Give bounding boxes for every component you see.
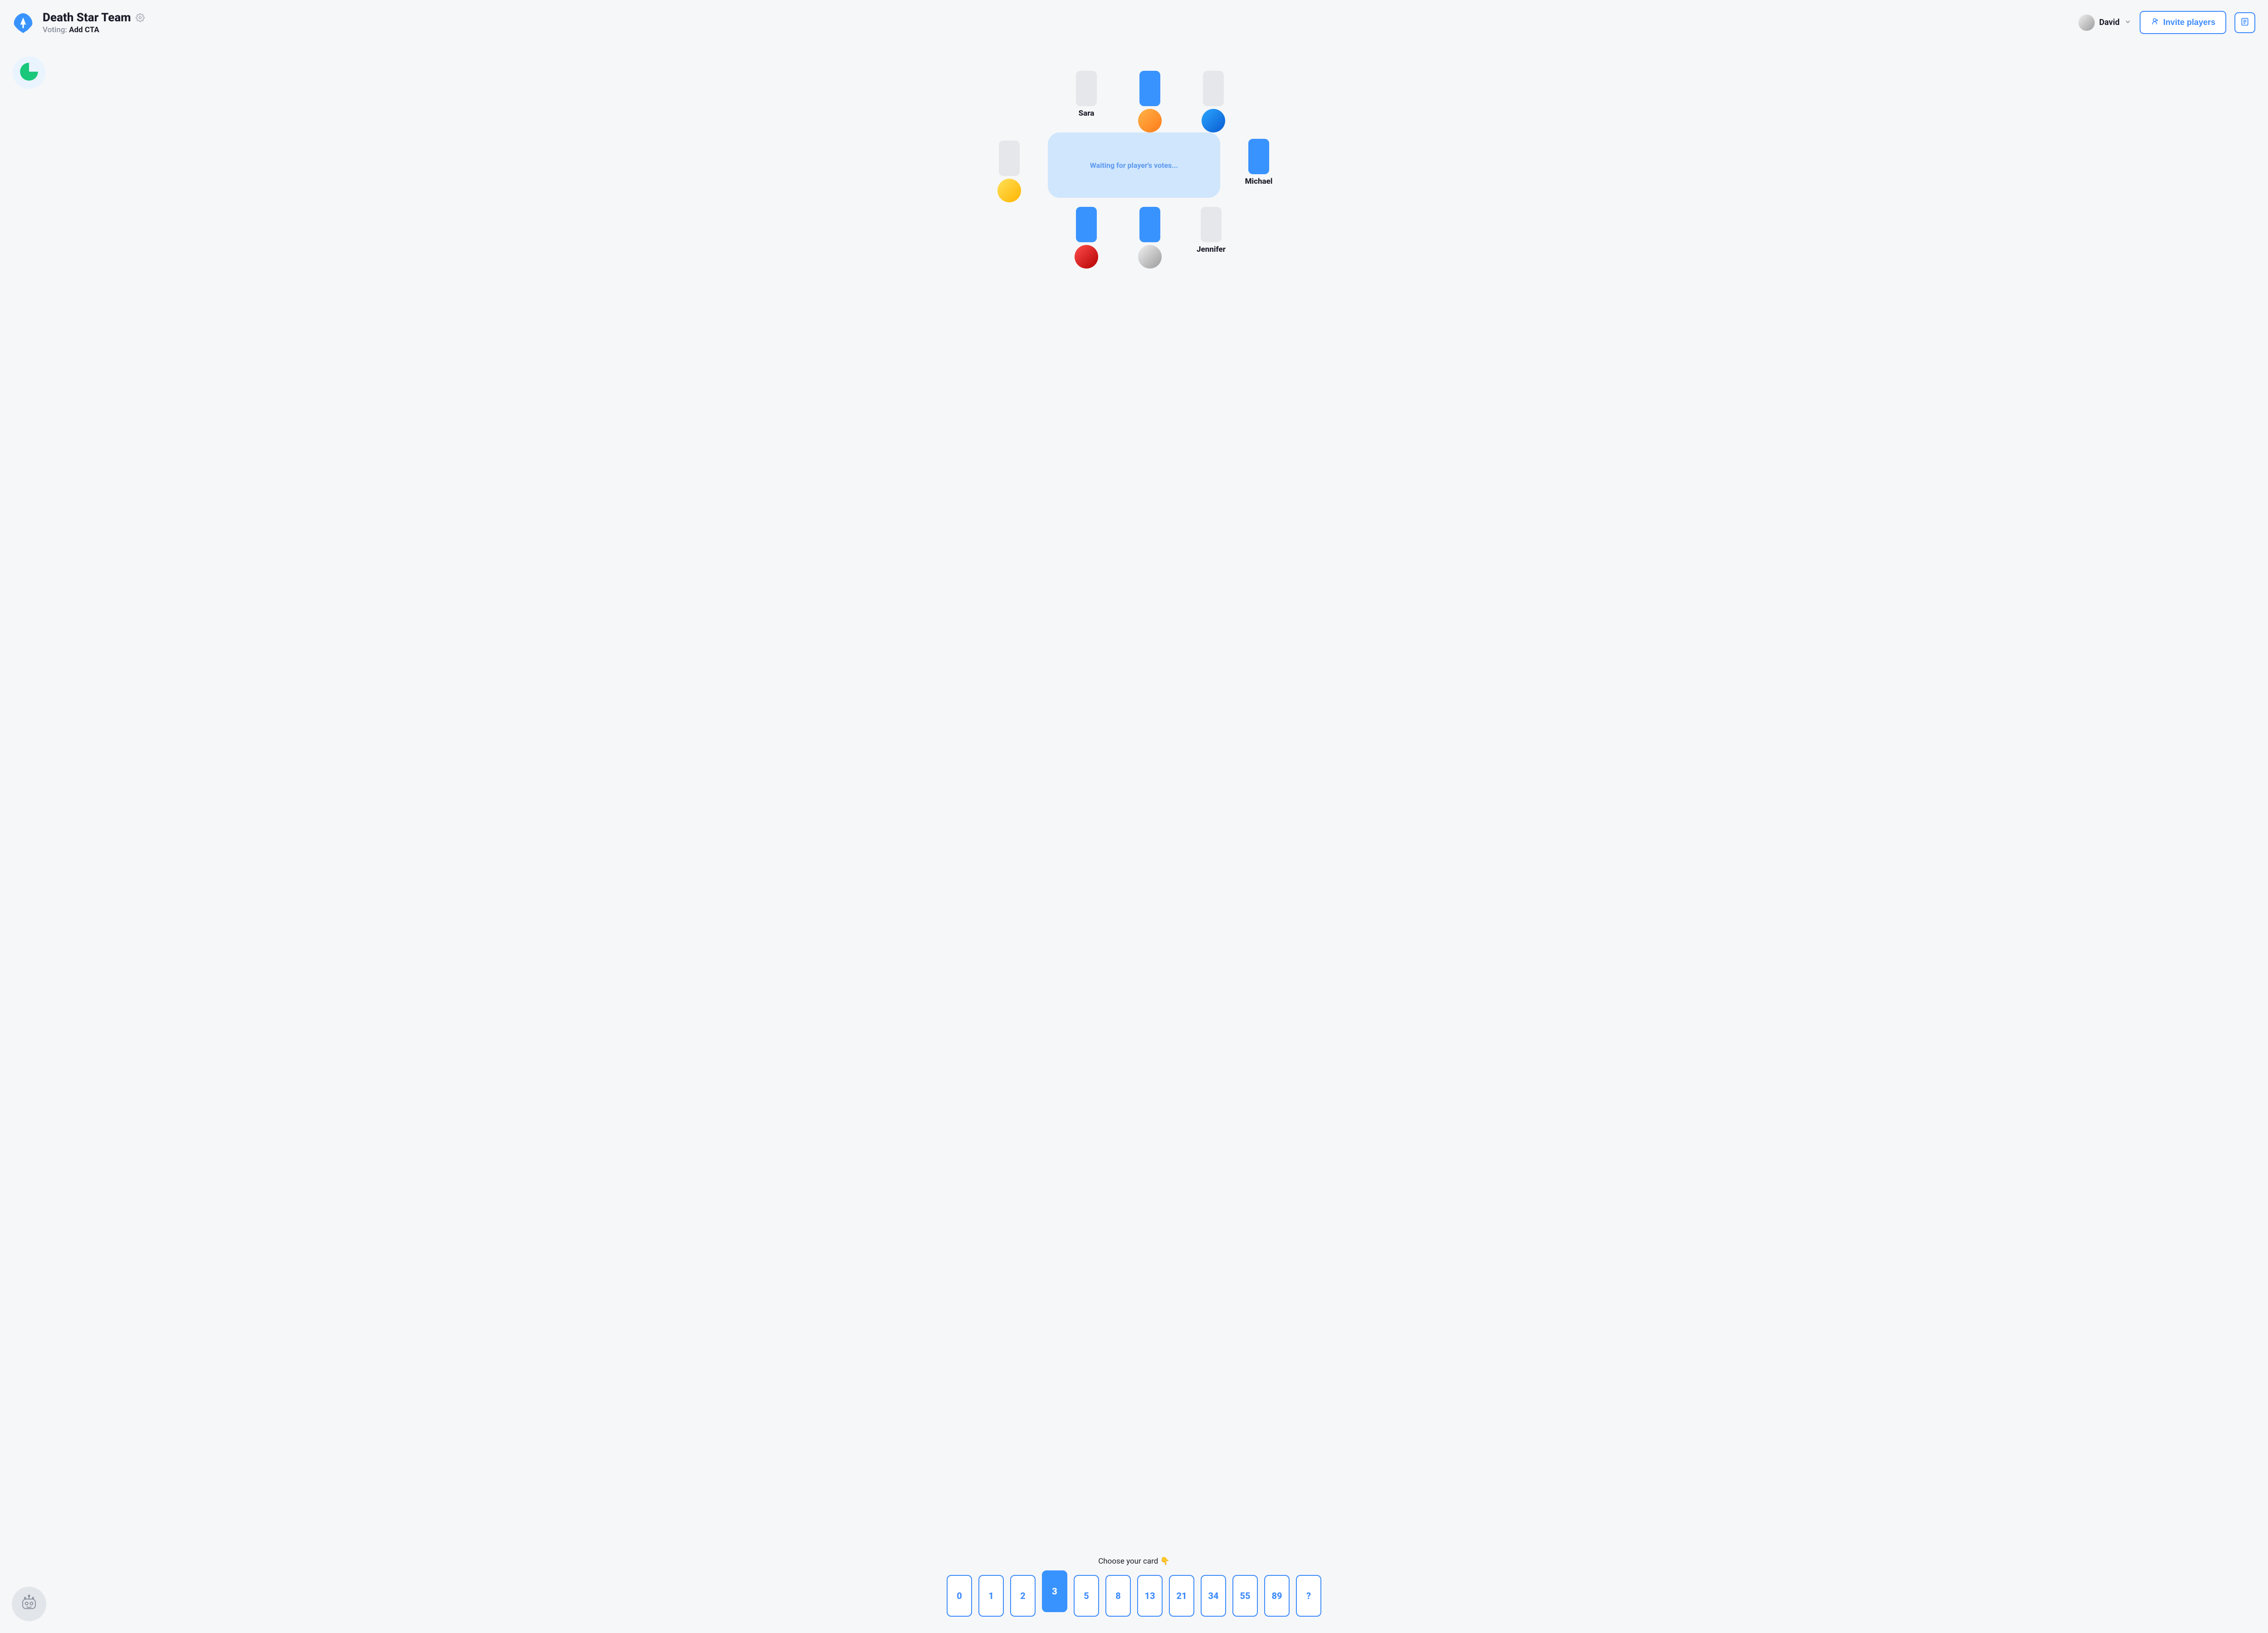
seat-jennifer: Jennifer xyxy=(1191,207,1232,254)
chevron-down-icon xyxy=(2124,18,2131,27)
title-block: Death Star Team Voting: Add CTA xyxy=(43,11,145,34)
invite-players-button[interactable]: Invite players xyxy=(2140,11,2226,34)
team-name[interactable]: Death Star Team xyxy=(43,11,131,24)
header-left: Death Star Team Voting: Add CTA xyxy=(11,11,145,35)
seat-card xyxy=(1248,139,1269,174)
deck-card-55[interactable]: 55 xyxy=(1232,1575,1258,1617)
invite-icon xyxy=(2151,17,2159,28)
user-menu[interactable]: David xyxy=(2078,15,2131,31)
timer-pie-icon xyxy=(19,62,39,83)
seat-card xyxy=(1076,71,1097,106)
table-area: Waiting for player's votes... Sara Micha… xyxy=(975,87,1293,241)
user-name-label: David xyxy=(2099,18,2120,27)
seat-label: Jennifer xyxy=(1197,245,1226,254)
seat-card xyxy=(999,141,1020,176)
invite-label: Invite players xyxy=(2163,18,2215,27)
deck-card-0[interactable]: 0 xyxy=(947,1575,972,1617)
timer-badge[interactable] xyxy=(13,56,45,89)
deck-card-13[interactable]: 13 xyxy=(1137,1575,1163,1617)
deck-card-5[interactable]: 5 xyxy=(1074,1575,1099,1617)
seat-card xyxy=(1139,71,1160,106)
table-surface: Waiting for player's votes... xyxy=(1048,132,1220,198)
deck-card-?[interactable]: ? xyxy=(1296,1575,1321,1617)
seat-bottom-2 xyxy=(1129,207,1170,269)
seat-card xyxy=(1139,207,1160,242)
deck-card-3[interactable]: 3 xyxy=(1042,1570,1067,1612)
card-deck: 0123581321345589? xyxy=(947,1575,1321,1617)
seat-bottom-1 xyxy=(1066,207,1107,269)
deck-card-89[interactable]: 89 xyxy=(1264,1575,1290,1617)
voting-subtitle: Voting: Add CTA xyxy=(43,25,145,34)
deck-card-34[interactable]: 34 xyxy=(1201,1575,1226,1617)
user-avatar-icon xyxy=(2078,15,2095,31)
voting-label: Voting: xyxy=(43,25,67,34)
seat-sara: Sara xyxy=(1066,71,1107,118)
seat-avatar-icon xyxy=(1138,245,1162,269)
deck-card-8[interactable]: 8 xyxy=(1105,1575,1131,1617)
seat-label: Sara xyxy=(1079,109,1095,118)
deck-card-21[interactable]: 21 xyxy=(1169,1575,1194,1617)
seat-card xyxy=(1201,207,1222,242)
voting-item[interactable]: Add CTA xyxy=(69,25,99,34)
seat-left-1 xyxy=(989,141,1030,202)
title-row: Death Star Team xyxy=(43,11,145,24)
table-status-text: Waiting for player's votes... xyxy=(1090,161,1178,170)
seat-avatar-icon xyxy=(1202,109,1225,132)
seat-label: Michael xyxy=(1245,177,1273,186)
seat-michael: Michael xyxy=(1238,139,1279,186)
seat-top-2 xyxy=(1129,71,1170,132)
seat-avatar-icon xyxy=(1138,109,1162,132)
deck-card-1[interactable]: 1 xyxy=(978,1575,1004,1617)
list-icon xyxy=(2240,17,2249,28)
seat-card xyxy=(1203,71,1224,106)
deck-card-2[interactable]: 2 xyxy=(1010,1575,1036,1617)
seat-avatar-icon xyxy=(997,179,1021,202)
assistant-bot-button[interactable] xyxy=(12,1587,46,1621)
seat-avatar-icon xyxy=(1075,245,1098,269)
seat-card xyxy=(1076,207,1097,242)
robot-icon xyxy=(20,1594,39,1614)
gear-icon[interactable] xyxy=(136,13,145,22)
issues-button[interactable] xyxy=(2234,12,2255,33)
header-right: David Invite players xyxy=(2078,11,2255,34)
seat-top-3 xyxy=(1193,71,1234,132)
app-logo-icon[interactable] xyxy=(11,11,35,35)
header: Death Star Team Voting: Add CTA David xyxy=(0,0,2268,35)
deck-caption: Choose your card 👇 xyxy=(1098,1557,1170,1566)
